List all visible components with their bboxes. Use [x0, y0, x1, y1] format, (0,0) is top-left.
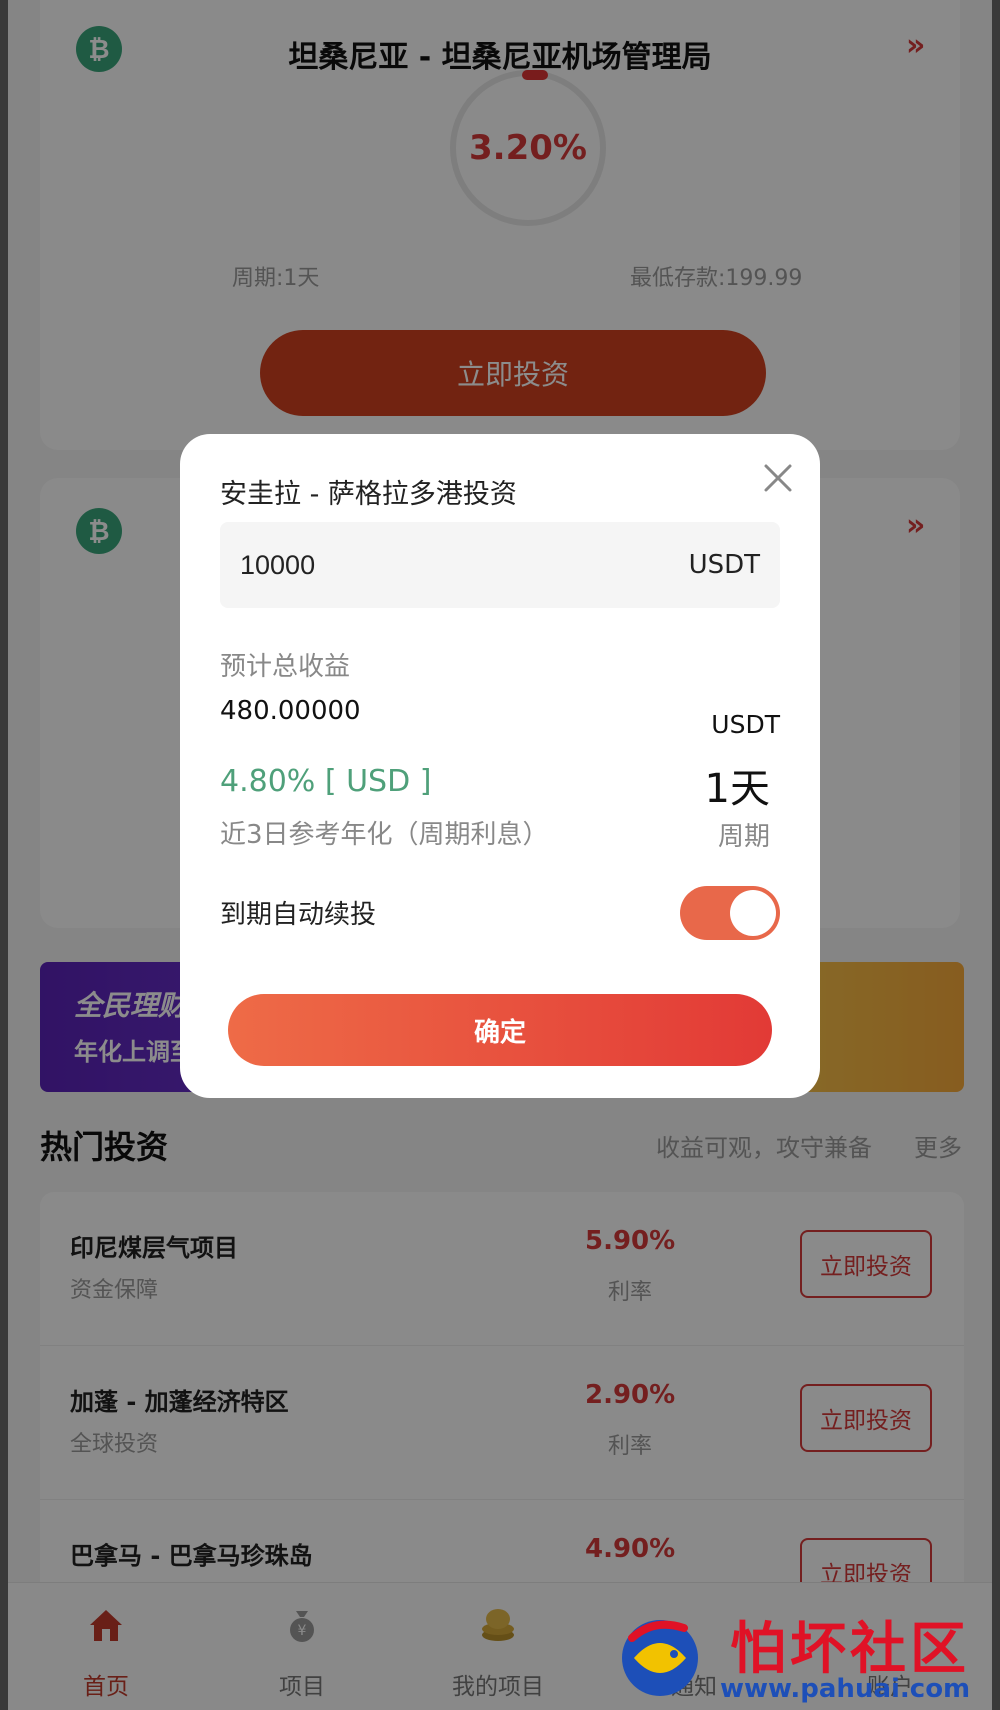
- estimated-income-unit: USDT: [711, 710, 780, 739]
- amount-field: USDT: [220, 522, 780, 608]
- auto-renew-label: 到期自动续投: [220, 900, 377, 930]
- period-label: 周期: [717, 822, 770, 852]
- close-icon[interactable]: [758, 458, 798, 498]
- modal-title: 安圭拉 - 萨格拉多港投资: [220, 479, 517, 510]
- confirm-button[interactable]: 确定: [228, 994, 772, 1066]
- estimated-income-value: 480.00000: [220, 696, 361, 726]
- watermark-title: 怕坏社区: [730, 1616, 970, 1682]
- watermark-url: www.pahuai.com: [720, 1674, 971, 1704]
- estimated-income-label: 预计总收益: [220, 652, 351, 682]
- fish-logo-icon: [622, 1620, 698, 1696]
- watermark: 怕坏社区 www.pahuai.com: [600, 1604, 1000, 1710]
- rate-value: 4.80% [ USD ]: [220, 764, 432, 799]
- invest-modal: 安圭拉 - 萨格拉多港投资 USDT 预计总收益 480.00000 USDT …: [180, 434, 820, 1098]
- amount-input[interactable]: [240, 522, 620, 608]
- auto-renew-toggle[interactable]: [680, 886, 780, 940]
- amount-unit: USDT: [688, 550, 760, 580]
- toggle-knob: [730, 890, 776, 936]
- period-value: 1天: [704, 766, 770, 812]
- rate-description: 近3日参考年化（周期利息）: [220, 820, 549, 850]
